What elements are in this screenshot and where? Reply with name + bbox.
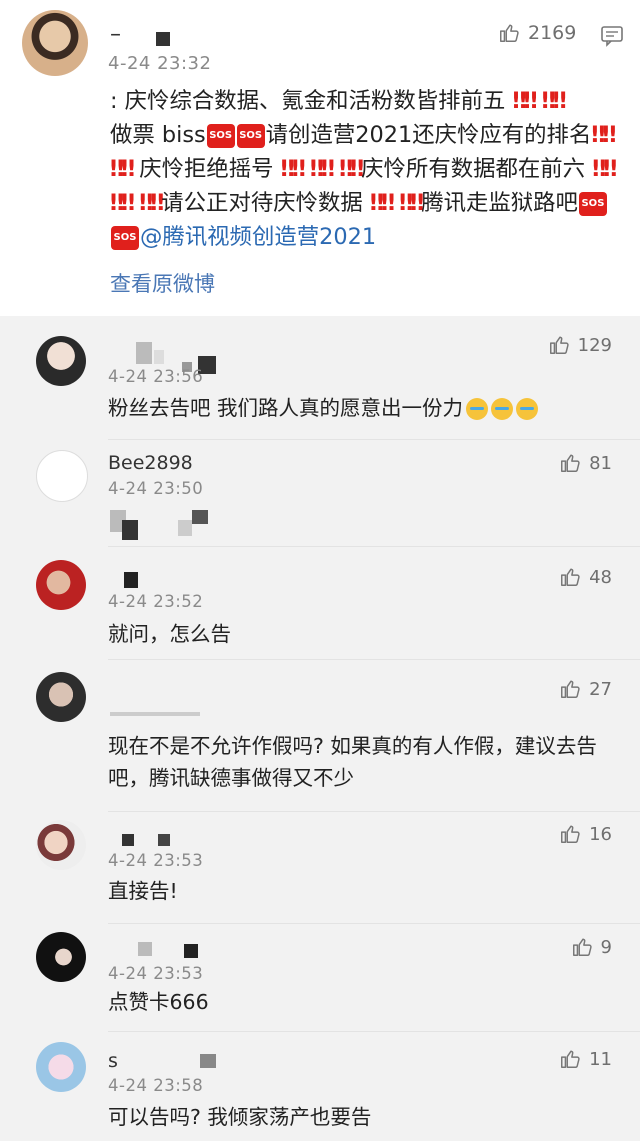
avatar[interactable] [36, 450, 88, 502]
double-exclamation-icon: ‼‼ [512, 88, 537, 114]
crying-face-icon [516, 398, 539, 420]
double-exclamation-icon: ‼‼ [110, 156, 135, 182]
double-exclamation-icon: ‼‼ [280, 156, 306, 182]
avatar[interactable] [36, 932, 86, 982]
thumbs-up-icon [561, 1050, 580, 1068]
comment-text: 可以告吗? 我倾家荡产也要告 [108, 1105, 372, 1129]
comment-timestamp: 4-24 23:56 [108, 367, 204, 386]
like-count: 11 [589, 1048, 612, 1070]
like-button[interactable]: 129 [548, 334, 612, 356]
comment-timestamp: 4-24 23:50 [108, 479, 204, 498]
like-count: 129 [577, 334, 612, 356]
double-exclamation-icon: ‼‼ [399, 190, 424, 216]
comment-timestamp: 4-24 23:58 [108, 1076, 204, 1095]
double-exclamation-icon: ‼‼ [592, 156, 617, 182]
thumbs-up-icon [561, 568, 580, 586]
post-text-2: 做票 biss [110, 122, 206, 148]
avatar[interactable] [22, 10, 88, 76]
comment-item: 4-24 23:53 点赞卡666 9 [0, 924, 640, 1032]
original-post: – 4-24 23:32 2169 : 庆怜综合数据、氪金和活粉数皆排前五 ‼‼… [0, 0, 640, 316]
avatar[interactable] [36, 820, 86, 870]
comment-username[interactable]: s [108, 1050, 118, 1072]
sos-icon: SOS [236, 123, 265, 148]
post-like-button[interactable]: 2169 [498, 22, 576, 44]
comment-text: 就问，怎么告 [108, 622, 231, 646]
sos-icon: SOS [578, 191, 607, 216]
divider [108, 546, 640, 547]
comment-text: 现在不是不允许作假吗? 如果真的有人作假，建议去告吧，腾讯缺德事做得又不少 [108, 734, 597, 790]
like-button[interactable]: 27 [559, 678, 612, 700]
thumbs-up-icon [561, 825, 580, 843]
double-exclamation-icon: ‼‼ [369, 190, 395, 216]
comment-item: Bee2898 4-24 23:50 81 [0, 440, 640, 548]
double-exclamation-icon: ‼‼ [541, 88, 567, 114]
comment-icon[interactable] [600, 24, 624, 48]
avatar[interactable] [36, 336, 86, 386]
like-count: 27 [589, 678, 612, 700]
comment-text: 粉丝去告吧 我们路人真的愿意出一份力 [108, 392, 618, 424]
thumbs-up-icon [561, 680, 580, 698]
post-body: : 庆怜综合数据、氪金和活粉数皆排前五 ‼‼ ‼‼ 做票 biss SOS SOS 请… [110, 84, 618, 254]
comment-item: s 4-24 23:58 可以告吗? 我倾家荡产也要告 11 [0, 1032, 640, 1141]
double-exclamation-icon: ‼‼ [591, 122, 616, 148]
post-text-6: 请公正对待庆怜数据 [161, 190, 363, 216]
mention-link[interactable]: @腾讯视频创造营2021 [140, 224, 376, 250]
like-button[interactable]: 16 [559, 823, 612, 845]
thumbs-up-icon [500, 24, 519, 42]
avatar[interactable] [36, 1042, 86, 1092]
post-text-7: 腾讯走监狱路吧 [421, 190, 578, 216]
comment-timestamp: 4-24 23:52 [108, 592, 204, 611]
sos-icon: SOS [111, 225, 139, 250]
post-timestamp: 4-24 23:32 [108, 53, 212, 74]
post-text-3: 请创造营2021还庆怜应有的排名 [265, 122, 592, 148]
comment-username[interactable]: Bee2898 [108, 452, 193, 474]
view-original-link[interactable]: 查看原微博 [110, 268, 215, 298]
comment-text-content: 粉丝去告吧 我们路人真的愿意出一份力 [108, 396, 464, 420]
comment-timestamp: 4-24 23:53 [108, 851, 204, 870]
like-button[interactable]: 11 [559, 1048, 612, 1070]
double-exclamation-icon: ‼‼ [339, 156, 364, 182]
avatar[interactable] [36, 672, 86, 722]
like-count: 16 [589, 823, 612, 845]
comment-text: 直接告! [108, 879, 178, 903]
comment-item: 4-24 23:56 粉丝去告吧 我们路人真的愿意出一份力 129 [0, 324, 640, 440]
avatar[interactable] [36, 560, 86, 610]
crying-face-icon [466, 398, 489, 420]
double-exclamation-icon: ‼‼ [139, 190, 164, 216]
double-exclamation-icon: ‼‼ [309, 156, 335, 182]
post-like-count: 2169 [528, 22, 577, 44]
like-button[interactable]: 48 [559, 566, 612, 588]
like-button[interactable]: 9 [571, 936, 612, 958]
like-count: 9 [600, 936, 612, 958]
double-exclamation-icon: ‼‼ [110, 190, 135, 216]
like-button[interactable]: 81 [559, 452, 612, 474]
post-text-4: 庆怜拒绝摇号 [132, 156, 274, 182]
post-text-5: 庆怜所有数据都在前六 [361, 156, 586, 182]
like-count: 81 [589, 452, 612, 474]
thumbs-up-icon [572, 938, 592, 956]
comment-item: 现在不是不允许作假吗? 如果真的有人作假，建议去告吧，腾讯缺德事做得又不少 27 [0, 660, 640, 812]
thumbs-up-icon [561, 454, 580, 472]
like-count: 48 [589, 566, 612, 588]
sos-icon: SOS [206, 123, 235, 148]
comment-text: 点赞卡666 [108, 990, 209, 1014]
comment-item: 4-24 23:52 就问，怎么告 48 [0, 548, 640, 660]
crying-face-icon [491, 398, 514, 420]
post-text-1: : 庆怜综合数据、氪金和活粉数皆排前五 [110, 88, 506, 114]
comment-timestamp: 4-24 23:53 [108, 964, 204, 983]
post-username[interactable]: – [110, 22, 121, 47]
comment-item: 4-24 23:53 直接告! 16 [0, 812, 640, 924]
thumbs-up-icon [549, 336, 569, 354]
